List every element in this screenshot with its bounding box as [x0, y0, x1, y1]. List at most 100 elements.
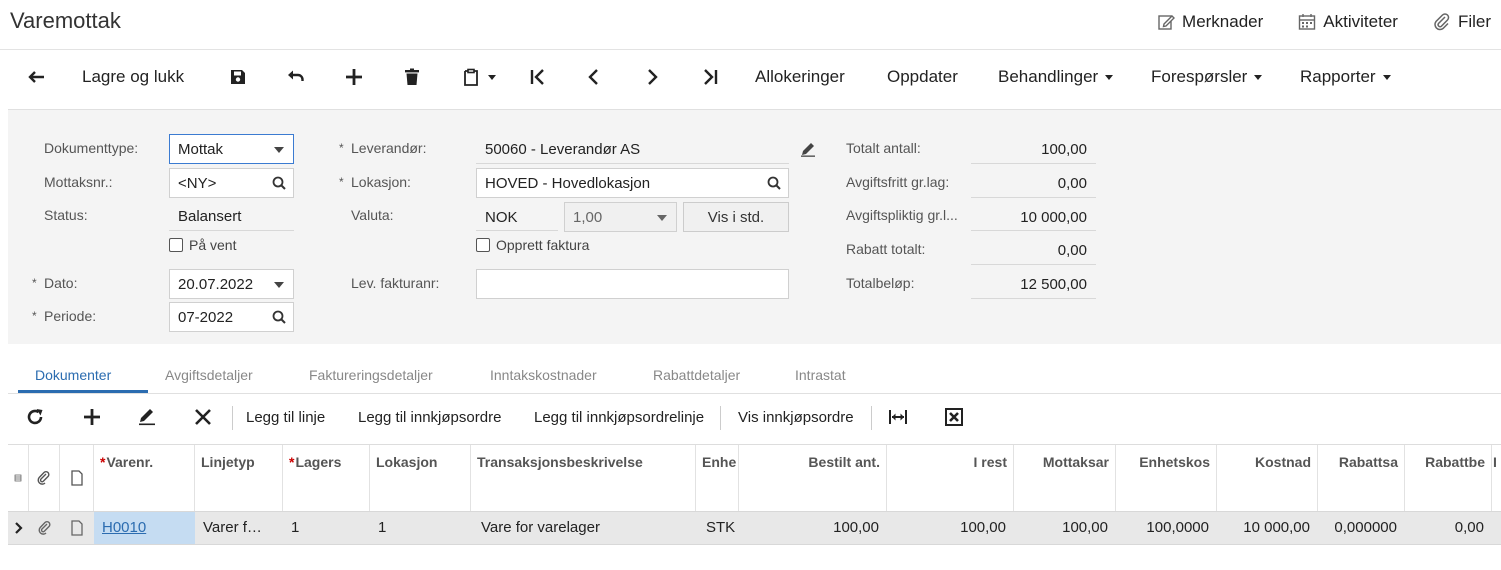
avgiftspliktig-label: Avgiftspliktig gr.l...	[846, 207, 958, 223]
last-record-button[interactable]	[700, 60, 720, 94]
col-lagers[interactable]: *Lagers	[283, 445, 370, 511]
cell-rabattbelop[interactable]: 0,00	[1405, 512, 1492, 544]
save-close-button[interactable]: Lagre og lukk	[82, 60, 184, 94]
tab-dokumenter[interactable]: Dokumenter	[35, 367, 111, 383]
lokasjon-field[interactable]: HOVED - Hovedlokasjon	[476, 168, 789, 198]
mottaksnr-value: <NY>	[178, 174, 217, 192]
col-bestilt-ant[interactable]: Bestilt ant.	[739, 445, 887, 511]
col-i-rest-label: I rest	[973, 454, 1007, 470]
delete-row-button[interactable]	[192, 398, 214, 436]
cell-rabattsats[interactable]: 0,000000	[1318, 512, 1405, 544]
legg-til-linje-button[interactable]: Legg til linje	[246, 398, 325, 436]
first-record-button[interactable]	[528, 60, 548, 94]
cell-i-rest[interactable]: 100,00	[887, 512, 1014, 544]
row-expand[interactable]	[8, 512, 29, 544]
cell-varenr[interactable]: H0010	[94, 512, 195, 544]
activities-button[interactable]: Aktiviteter	[1297, 12, 1398, 32]
col-rabattbelop[interactable]: Rabattbe	[1405, 445, 1492, 511]
undo-button[interactable]	[286, 60, 306, 94]
close-icon	[195, 409, 211, 425]
row-attachments[interactable]	[29, 512, 60, 544]
paa-vent-checkbox[interactable]: På vent	[169, 237, 236, 253]
tab-avgiftsdetaljer[interactable]: Avgiftsdetaljer	[165, 367, 253, 383]
foresporsler-menu[interactable]: Forespørsler	[1151, 60, 1263, 94]
rapporter-menu[interactable]: Rapporter	[1300, 60, 1391, 94]
toolbar-separator	[720, 406, 721, 430]
cell-transaksjonsbeskrivelse[interactable]: Vare for varelager	[471, 512, 696, 544]
col-transaksjonsbeskrivelse[interactable]: Transaksjonsbeskrivelse	[471, 445, 696, 511]
column-settings-header[interactable]	[8, 445, 29, 511]
col-kostnad[interactable]: Kostnad	[1217, 445, 1318, 511]
fit-columns-button[interactable]	[887, 398, 909, 436]
col-i-rest[interactable]: I rest	[887, 445, 1014, 511]
vis-innkjopsordre-button[interactable]: Vis innkjøpsordre	[738, 398, 854, 436]
add-button[interactable]	[344, 60, 364, 94]
col-linjetyp[interactable]: Linjetyp	[195, 445, 283, 511]
leverandor-value[interactable]: 50060 - Leverandør AS	[485, 141, 640, 158]
oppdater-button[interactable]: Oppdater	[887, 60, 958, 94]
table-row[interactable]: H0010 Varer f… 1 1 Vare for varelager ST…	[8, 511, 1501, 545]
save-button[interactable]	[228, 60, 248, 94]
mottaksnr-label: Mottaksnr.:	[44, 174, 113, 190]
paperclip-icon	[1434, 13, 1450, 31]
notes-button[interactable]: Merknader	[1156, 12, 1263, 32]
edit-row-button[interactable]	[136, 398, 158, 436]
dato-field[interactable]: 20.07.2022	[169, 269, 294, 299]
rate-select[interactable]: 1,00	[564, 202, 677, 232]
cell-kostnad[interactable]: 10 000,00	[1217, 512, 1318, 544]
back-button[interactable]	[26, 60, 46, 94]
dokumenttype-select[interactable]: Mottak	[169, 134, 294, 164]
checkbox-box	[169, 238, 183, 252]
mottaksnr-field[interactable]: <NY>	[169, 168, 294, 198]
chevron-down-icon	[657, 215, 667, 221]
pencil-icon[interactable]	[799, 140, 817, 158]
behandlinger-menu[interactable]: Behandlinger	[998, 60, 1114, 94]
refresh-button[interactable]	[24, 398, 46, 436]
cell-linjetyp[interactable]: Varer f…	[195, 512, 283, 544]
col-enhetskost[interactable]: Enhetskos	[1116, 445, 1217, 511]
allokeringer-button[interactable]: Allokeringer	[755, 60, 845, 94]
cell-bestilt-ant[interactable]: 100,00	[739, 512, 887, 544]
totals-underline	[971, 197, 1096, 198]
next-record-button[interactable]	[642, 60, 662, 94]
delete-button[interactable]	[402, 60, 422, 94]
col-mottaksantall[interactable]: Mottaksar	[1014, 445, 1116, 511]
col-lokasjon[interactable]: Lokasjon	[370, 445, 471, 511]
tab-faktureringsdetaljer[interactable]: Faktureringsdetaljer	[309, 367, 433, 383]
tab-rabattdetaljer[interactable]: Rabattdetaljer	[653, 367, 740, 383]
col-enhetskost-label: Enhetskos	[1139, 454, 1210, 470]
cell-lagers[interactable]: 1	[283, 512, 370, 544]
add-row-button[interactable]	[81, 398, 103, 436]
col-lagers-label: Lagers	[295, 454, 342, 470]
legg-til-innkjopsordrelinje-button[interactable]: Legg til innkjøpsordrelinje	[534, 398, 704, 436]
col-varenr[interactable]: *Varenr.	[94, 445, 195, 511]
cell-enhet[interactable]: STK	[696, 512, 739, 544]
periode-field[interactable]: 07-2022	[169, 302, 294, 332]
chevron-right-icon	[14, 522, 23, 534]
attachments-header	[29, 445, 60, 511]
cell-enhetskost[interactable]: 100,0000	[1116, 512, 1217, 544]
lev-fakturanr-label: Lev. fakturanr:	[351, 275, 440, 291]
opprett-faktura-checkbox[interactable]: Opprett faktura	[476, 237, 589, 253]
vis-i-std-button[interactable]: Vis i std.	[683, 202, 789, 232]
top-actions: Merknader Aktiviteter Filer	[1156, 12, 1491, 32]
paste-dropdown-button[interactable]	[461, 60, 496, 94]
legg-til-innkjopsordre-button[interactable]: Legg til innkjøpsordre	[358, 398, 501, 436]
tab-intrastat[interactable]: Intrastat	[795, 367, 846, 383]
paa-vent-label: På vent	[189, 237, 237, 253]
col-next[interactable]: I	[1492, 445, 1501, 511]
col-enhet[interactable]: Enhe	[696, 445, 739, 511]
tab-inntakskostnader[interactable]: Inntakskostnader	[490, 367, 597, 383]
lev-fakturanr-input[interactable]	[476, 269, 789, 299]
previous-record-button[interactable]	[584, 60, 604, 94]
export-excel-button[interactable]	[943, 398, 965, 436]
cell-mottaksantall[interactable]: 100,00	[1014, 512, 1116, 544]
files-button[interactable]: Filer	[1432, 12, 1491, 32]
row-notes[interactable]	[60, 512, 94, 544]
col-rabattsats[interactable]: Rabattsa	[1318, 445, 1405, 511]
totals-underline	[971, 230, 1096, 231]
cell-lokasjon[interactable]: 1	[370, 512, 471, 544]
foresporsler-label: Forespørsler	[1151, 67, 1248, 86]
col-mottaksantall-label: Mottaksar	[1042, 454, 1109, 470]
paperclip-icon	[37, 470, 50, 485]
